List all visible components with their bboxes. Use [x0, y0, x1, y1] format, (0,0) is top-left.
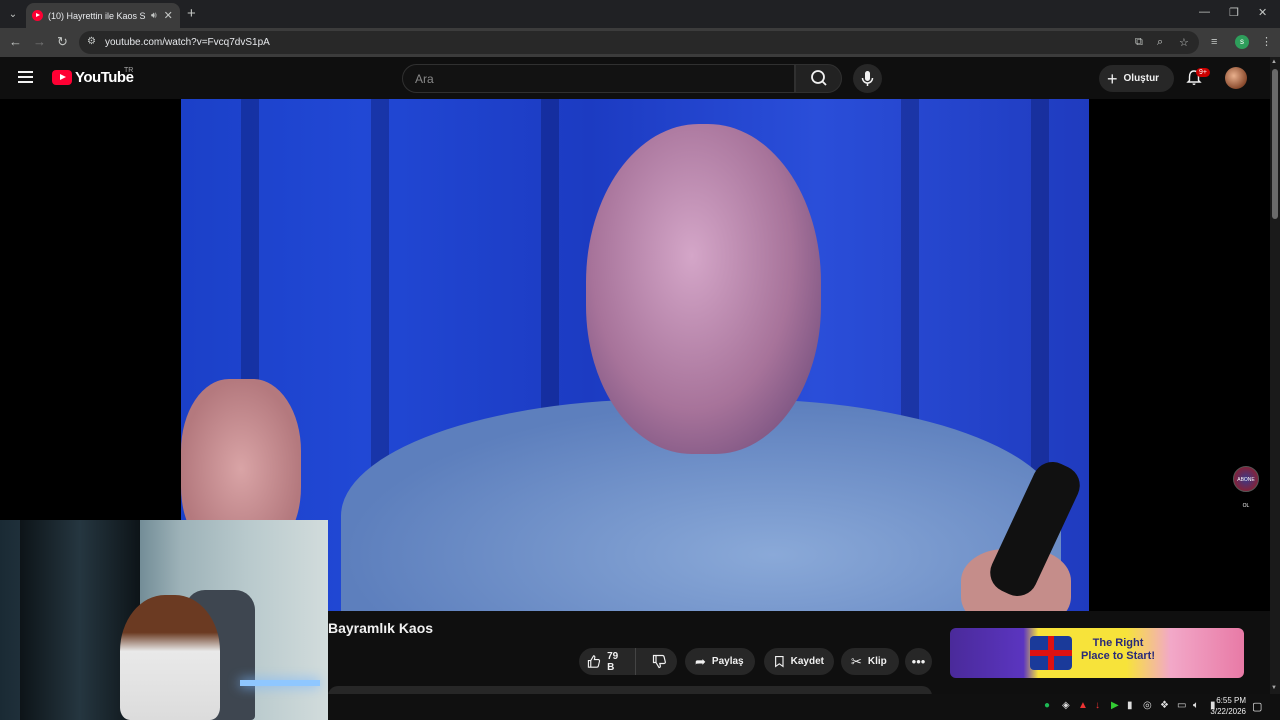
- clip-button[interactable]: ✂ Klip: [841, 648, 899, 675]
- save-label: Kaydet: [790, 656, 824, 667]
- url-text: youtube.com/watch?v=Fvcq7dvS1pA: [105, 37, 270, 48]
- share-arrow-icon: ➦: [695, 653, 706, 669]
- warning-tray-icon[interactable]: ▲: [1078, 700, 1088, 711]
- system-clock[interactable]: 6:55 PM 3/22/2026: [1200, 695, 1246, 717]
- profile-avatar-icon[interactable]: s: [1235, 35, 1249, 49]
- microphone-icon: [861, 71, 874, 86]
- back-icon[interactable]: ←: [9, 34, 22, 49]
- like-dislike-group: 79 B: [579, 648, 677, 675]
- restore-icon[interactable]: ❐: [1229, 6, 1239, 19]
- search-button[interactable]: [795, 64, 842, 93]
- ad-headline: The Right Place to Start!: [1081, 637, 1155, 662]
- search-input[interactable]: Ara: [402, 64, 795, 93]
- browser-tab[interactable]: (10) Hayrettin ile Kaos Show 🔊︎ ✕: [26, 3, 180, 28]
- minimize-icon[interactable]: —: [1199, 6, 1210, 18]
- dislike-button[interactable]: [642, 648, 677, 675]
- clip-label: Klip: [867, 656, 887, 667]
- voice-search-button[interactable]: [853, 64, 882, 93]
- reading-list-icon[interactable]: ≡: [1211, 36, 1217, 48]
- like-count: 79 B: [607, 650, 619, 673]
- youtube-favicon-icon: [32, 10, 43, 21]
- speaker-tray-icon[interactable]: 🔈︎: [1193, 700, 1199, 711]
- more-actions-button[interactable]: •••: [905, 648, 932, 675]
- search-icon: [811, 70, 827, 86]
- plus-icon: +: [1107, 68, 1118, 89]
- tab-close-icon[interactable]: ✕: [164, 9, 173, 22]
- create-label: Oluştur: [1123, 73, 1160, 84]
- youtube-header: YouTube TR Ara + Oluştur 9+: [0, 57, 1270, 99]
- scroll-thumb[interactable]: [1272, 69, 1278, 219]
- webcam-overlay: [0, 520, 328, 720]
- menu-icon[interactable]: [18, 71, 33, 83]
- forward-icon[interactable]: →: [33, 34, 46, 49]
- streamer: [120, 595, 220, 720]
- thumbs-down-icon: [652, 654, 666, 669]
- cast-icon[interactable]: ⧉: [1135, 36, 1143, 49]
- address-bar[interactable]: ⚙ youtube.com/watch?v=Fvcq7dvS1pA ⧉ ⌕ ☆: [79, 31, 1199, 54]
- browser-tab-strip: ⌄ (10) Hayrettin ile Kaos Show 🔊︎ ✕ + — …: [0, 0, 1280, 28]
- bookmark-icon: [775, 656, 784, 668]
- bookmark-star-icon[interactable]: ☆: [1179, 36, 1189, 49]
- speaker-head: [586, 124, 821, 454]
- network-tray-icon[interactable]: ▭: [1177, 700, 1186, 711]
- scroll-down-icon[interactable]: ▼: [1271, 685, 1277, 691]
- subscribe-watermark[interactable]: ABONE OL: [1233, 466, 1259, 509]
- notification-center-icon[interactable]: ▢: [1252, 700, 1262, 713]
- steam-tray-icon[interactable]: ◎: [1143, 700, 1152, 711]
- create-button[interactable]: + Oluştur: [1099, 65, 1174, 92]
- zoom-icon[interactable]: ⌕: [1157, 36, 1163, 49]
- youtube-logo[interactable]: YouTube: [52, 69, 134, 86]
- new-tab-icon[interactable]: +: [187, 5, 196, 22]
- thumbs-up-icon: [587, 655, 601, 668]
- share-label: Paylaş: [711, 656, 744, 667]
- window-close-icon[interactable]: ✕: [1258, 6, 1267, 19]
- clock-date: 3/22/2026: [1210, 707, 1246, 716]
- clock-time: 6:55 PM: [1216, 696, 1246, 705]
- youtube-play-logo-icon: [52, 70, 72, 85]
- windows-taskbar: ● ◈ ▲ ↓ ▶ ▮ ◎ ❖ ▭ 🔈︎ ▮: [328, 694, 1280, 720]
- led-light: [240, 680, 320, 686]
- volume-mixer-tray-icon[interactable]: ▮: [1127, 700, 1133, 711]
- tab-search-icon[interactable]: ⌄: [4, 5, 22, 23]
- scroll-up-icon[interactable]: ▲: [1271, 59, 1277, 65]
- notification-badge: 9+: [1196, 68, 1210, 77]
- more-horizontal-icon: •••: [911, 654, 926, 669]
- share-button[interactable]: ➦ Paylaş: [685, 648, 755, 675]
- save-button[interactable]: Kaydet: [764, 648, 834, 675]
- uk-flag-icon: [1030, 636, 1072, 670]
- account-avatar[interactable]: [1225, 67, 1247, 89]
- speaker-icon[interactable]: 🔊︎: [151, 10, 157, 21]
- gpu-tray-icon[interactable]: ❖: [1160, 700, 1169, 711]
- site-info-icon[interactable]: ⚙: [87, 36, 96, 47]
- chrome-menu-icon[interactable]: ⋮: [1261, 35, 1272, 48]
- tray-app-icon[interactable]: ◈: [1062, 700, 1070, 711]
- video-title: Bayramlık Kaos: [328, 620, 434, 636]
- browser-toolbar: ← → ↻ ⚙ youtube.com/watch?v=Fvcq7dvS1pA …: [0, 28, 1280, 57]
- tab-title: (10) Hayrettin ile Kaos Show: [48, 10, 146, 21]
- mic-tray-icon[interactable]: ↓: [1095, 700, 1100, 711]
- country-code: TR: [124, 67, 134, 74]
- play-tray-icon[interactable]: ▶: [1111, 700, 1119, 711]
- search-placeholder: Ara: [415, 72, 434, 86]
- ad-banner[interactable]: The Right Place to Start!: [950, 628, 1244, 678]
- page-scrollbar[interactable]: ▲ ▼: [1270, 57, 1280, 694]
- spotify-tray-icon[interactable]: ●: [1044, 700, 1050, 711]
- like-button[interactable]: 79 B: [579, 648, 636, 675]
- reload-icon[interactable]: ↻: [57, 34, 68, 50]
- scissors-icon: ✂: [851, 653, 862, 669]
